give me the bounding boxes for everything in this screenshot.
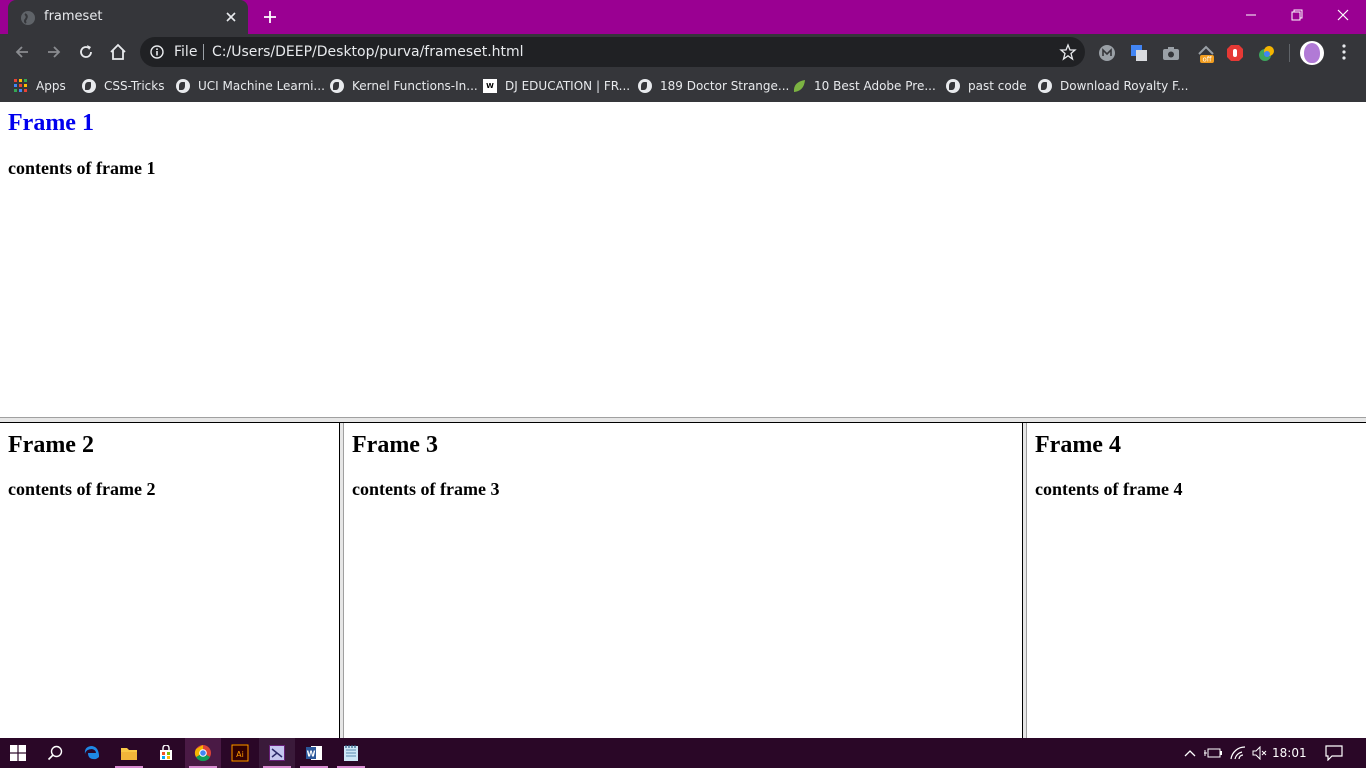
frame-contents: contents of frame 1 [8, 158, 156, 178]
bookmark-label: Download Royalty F... [1060, 79, 1189, 93]
frame-heading: Frame 1 [8, 110, 94, 136]
visual-studio-icon[interactable] [259, 738, 295, 768]
windows-taskbar: Ai W 18:01 [0, 738, 1366, 768]
globe-icon [638, 79, 652, 93]
address-bar[interactable]: File C:/Users/DEEP/Desktop/purva/framese… [140, 37, 1085, 67]
adblock-icon[interactable] [1226, 44, 1244, 62]
bookmark-star-icon[interactable] [1059, 43, 1077, 61]
camera-icon[interactable] [1162, 44, 1180, 62]
frame-contents: contents of frame 2 [8, 479, 156, 499]
svg-text:Ai: Ai [236, 750, 244, 759]
bookmark-label: Kernel Functions-In... [352, 79, 478, 93]
frame-contents: contents of frame 4 [1035, 479, 1183, 499]
word-icon[interactable]: W [296, 738, 332, 768]
extension-m-icon[interactable] [1098, 44, 1116, 62]
start-icon[interactable] [0, 738, 36, 768]
wix-icon: W [483, 79, 497, 93]
globe-icon [82, 79, 96, 93]
bookmark-uci-ml[interactable]: UCI Machine Learni... [176, 76, 325, 96]
globe-icon [176, 79, 190, 93]
bookmark-adobe-presets[interactable]: 10 Best Adobe Pre... [792, 76, 936, 96]
frame-4: Frame 4 contents of frame 4 [1027, 423, 1366, 738]
show-hidden-icons-icon[interactable] [1180, 738, 1200, 768]
bookmark-label: UCI Machine Learni... [198, 79, 325, 93]
bookmark-label: CSS-Tricks [104, 79, 165, 93]
restore-icon[interactable] [1274, 0, 1320, 30]
bookmark-download-royalty[interactable]: Download Royalty F... [1038, 76, 1188, 96]
battery-icon[interactable] [1203, 738, 1223, 768]
bookmark-dj-education[interactable]: W DJ EDUCATION | FR... [483, 76, 630, 96]
browser-tab[interactable]: frameset [8, 0, 248, 34]
info-icon[interactable] [150, 45, 164, 59]
bookmark-kernel-functions[interactable]: Kernel Functions-In... [330, 76, 478, 96]
bookmark-label: past code [968, 79, 1027, 93]
close-tab-icon[interactable] [222, 8, 240, 26]
frame-heading: Frame 4 [1035, 432, 1121, 458]
illustrator-icon[interactable]: Ai [222, 738, 258, 768]
bookmark-doctor-strange[interactable]: 189 Doctor Strange... [638, 76, 789, 96]
avatar-image [1304, 43, 1320, 63]
edge-icon[interactable] [74, 738, 110, 768]
apps-grid-icon [14, 79, 27, 92]
frame-contents: contents of frame 3 [352, 479, 500, 499]
frame-2: Frame 2 contents of frame 2 [0, 423, 339, 738]
reload-icon[interactable] [72, 38, 100, 66]
menu-dots-icon[interactable] [1336, 43, 1352, 61]
chrome-icon[interactable] [185, 738, 221, 768]
tab-title: frameset [44, 9, 103, 24]
profile-avatar[interactable] [1300, 41, 1324, 65]
bookmark-label: DJ EDUCATION | FR... [505, 79, 631, 93]
bookmark-label: 10 Best Adobe Pre... [814, 79, 936, 93]
new-tab-icon[interactable] [258, 6, 282, 28]
bookmark-css-tricks[interactable]: CSS-Tricks [82, 76, 164, 96]
frame-heading: Frame 3 [352, 432, 438, 458]
svg-text:W: W [307, 750, 316, 759]
bookmark-label: 189 Doctor Strange... [660, 79, 790, 93]
leaf-icon [793, 80, 805, 92]
frame-1: Frame 1 contents of frame 1 [0, 102, 1366, 417]
toolbar-separator [1289, 44, 1290, 62]
taskbar-clock[interactable]: 18:01 [1272, 746, 1307, 760]
bookmark-apps[interactable]: Apps [14, 76, 66, 96]
bookmarks-bar: Apps CSS-Tricks UCI Machine Learni... Ke… [0, 70, 1366, 102]
globe-icon [330, 79, 344, 93]
globe-icon [946, 79, 960, 93]
store-icon[interactable] [148, 738, 184, 768]
bookmark-past-code[interactable]: past code [946, 76, 1027, 96]
forward-icon[interactable] [40, 38, 68, 66]
address-divider [203, 44, 204, 60]
wifi-icon[interactable] [1228, 738, 1248, 768]
browser-toolbar: File C:/Users/DEEP/Desktop/purva/framese… [0, 34, 1366, 70]
window-title-bar: frameset [0, 0, 1366, 34]
globe-icon [21, 11, 35, 25]
url-text[interactable]: C:/Users/DEEP/Desktop/purva/frameset.htm… [212, 44, 524, 60]
minimize-icon[interactable] [1228, 0, 1274, 30]
site-info-chip[interactable]: File [174, 44, 197, 60]
notepad-icon[interactable] [333, 738, 369, 768]
extension-badge-text: off [1202, 56, 1211, 64]
color-picker-icon[interactable] [1258, 44, 1276, 62]
bookmark-label: Apps [36, 79, 66, 93]
frame-3: Frame 3 contents of frame 3 [344, 423, 1022, 738]
close-window-icon[interactable] [1320, 0, 1366, 30]
action-center-icon[interactable] [1322, 738, 1346, 768]
frame-heading: Frame 2 [8, 432, 94, 458]
volume-muted-icon[interactable] [1250, 738, 1270, 768]
honey-extension-icon[interactable]: off [1196, 44, 1214, 64]
file-explorer-icon[interactable] [111, 738, 147, 768]
search-icon[interactable] [37, 738, 73, 768]
back-icon[interactable] [8, 38, 36, 66]
google-translate-icon[interactable] [1130, 44, 1148, 62]
globe-icon [1038, 79, 1052, 93]
home-icon[interactable] [104, 38, 132, 66]
